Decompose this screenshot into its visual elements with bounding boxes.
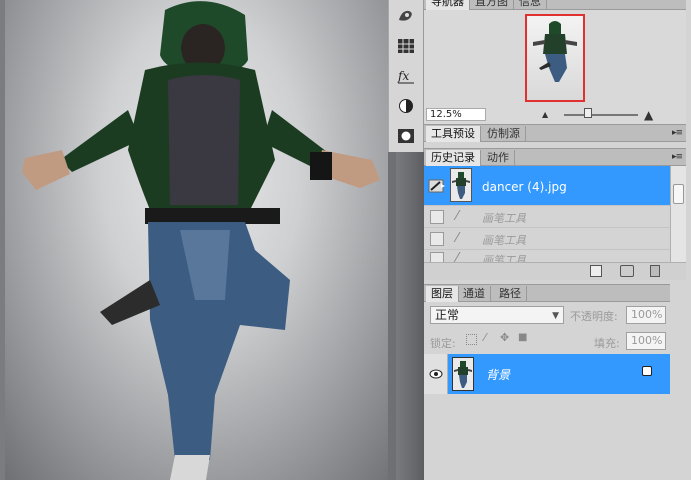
tab-actions[interactable]: 动作 <box>482 150 515 166</box>
tab-history[interactable]: 历史记录 <box>426 150 481 166</box>
adjustment-icon[interactable] <box>396 96 416 116</box>
grid-icon[interactable] <box>396 36 416 56</box>
dancer-photo <box>22 1 380 480</box>
fill-label: 填充: <box>594 337 620 350</box>
history-snapshot-row[interactable]: dancer (4).jpg <box>424 166 670 206</box>
history-scroll-thumb[interactable] <box>673 184 684 204</box>
navigator-panel: 导航器 直方图 信息 12.5% ▲ ▲ <box>424 0 686 124</box>
tab-histogram[interactable]: 直方图 <box>470 0 514 10</box>
tool-presets-tabbar: 工具预设 仿制源 ▸≡ <box>424 124 686 142</box>
panel-dock: 导航器 直方图 信息 12.5% ▲ ▲ 工具预设 仿制源 ▸≡ 历史记录 动作 <box>424 0 691 480</box>
panel-icon-strip: fx <box>388 0 424 152</box>
history-step[interactable]: ⁄ 画笔工具 <box>424 228 670 250</box>
tab-clone-source[interactable]: 仿制源 <box>482 126 526 142</box>
snapshot-label: dancer (4).jpg <box>482 180 567 194</box>
lock-move-icon[interactable]: ✥ <box>500 331 509 344</box>
zoom-out-icon[interactable]: ▲ <box>542 110 548 119</box>
lock-icon <box>642 366 652 376</box>
trash-icon[interactable] <box>650 265 660 277</box>
zoom-slider-track[interactable] <box>564 114 638 116</box>
brush-presets-icon[interactable] <box>396 6 416 26</box>
navigator-tabbar: 导航器 直方图 信息 <box>424 0 686 10</box>
snapshot-thumbnail <box>450 168 472 202</box>
history-step-label: 画笔工具 <box>482 234 526 247</box>
tab-info[interactable]: 信息 <box>514 0 547 10</box>
camera-snapshot-icon[interactable] <box>620 265 634 277</box>
layers-tabbar: 图层 通道 路径 ▸≡ <box>424 284 686 302</box>
chevron-down-icon: ▼ <box>552 311 559 321</box>
svg-text:fx: fx <box>397 69 409 83</box>
history-step-label: 画笔工具 <box>482 212 526 225</box>
brush-icon: ⁄ <box>456 209 459 224</box>
zoom-input[interactable]: 12.5% <box>426 108 486 121</box>
layer-name[interactable]: 背景 <box>486 366 510 383</box>
panel-menu-icon[interactable]: ▸≡ <box>672 152 683 162</box>
workspace-background-shade <box>396 152 424 480</box>
lock-all-icon[interactable]: ■ <box>518 332 527 343</box>
panel-dock-edge <box>670 284 686 480</box>
mask-icon[interactable] <box>396 126 416 146</box>
lock-transparent-icon[interactable] <box>466 334 477 345</box>
blend-mode-value: 正常 <box>435 308 460 322</box>
navigator-thumbnail[interactable] <box>525 14 585 102</box>
new-document-from-state-icon[interactable] <box>590 265 602 277</box>
tab-tool-presets[interactable]: 工具预设 <box>426 126 481 142</box>
history-source-checkbox[interactable] <box>430 210 444 224</box>
opacity-input[interactable]: 100% <box>626 306 666 324</box>
document-canvas[interactable] <box>0 0 388 480</box>
history-scrollbar[interactable] <box>670 166 686 262</box>
history-brush-source-icon[interactable] <box>428 179 446 193</box>
layer-row-background[interactable]: 背景 <box>424 354 670 394</box>
history-footer <box>424 262 686 280</box>
brush-icon: ⁄ <box>456 231 459 246</box>
fx-icon[interactable]: fx <box>396 66 416 86</box>
tab-paths[interactable]: 路径 <box>494 286 527 302</box>
opacity-label: 不透明度: <box>570 310 618 323</box>
canvas-edge <box>0 0 5 480</box>
tab-layers[interactable]: 图层 <box>426 286 459 302</box>
history-step[interactable]: ⁄ 画笔工具 <box>424 206 670 228</box>
tab-navigator[interactable]: 导航器 <box>426 0 470 10</box>
zoom-slider-handle[interactable] <box>584 108 592 118</box>
history-tabbar: 历史记录 动作 ▸≡ <box>424 148 686 166</box>
panel-menu-icon[interactable]: ▸≡ <box>672 128 683 138</box>
layer-thumbnail <box>452 357 474 391</box>
blend-mode-select[interactable]: 正常 ▼ <box>430 306 564 324</box>
tab-channels[interactable]: 通道 <box>458 286 491 302</box>
lock-paint-icon[interactable]: ⁄ <box>484 331 486 344</box>
history-source-checkbox[interactable] <box>430 232 444 246</box>
fill-input[interactable]: 100% <box>626 332 666 350</box>
lock-label: 锁定: <box>430 337 456 350</box>
zoom-in-icon[interactable]: ▲ <box>644 108 653 122</box>
eye-icon[interactable] <box>424 354 448 394</box>
